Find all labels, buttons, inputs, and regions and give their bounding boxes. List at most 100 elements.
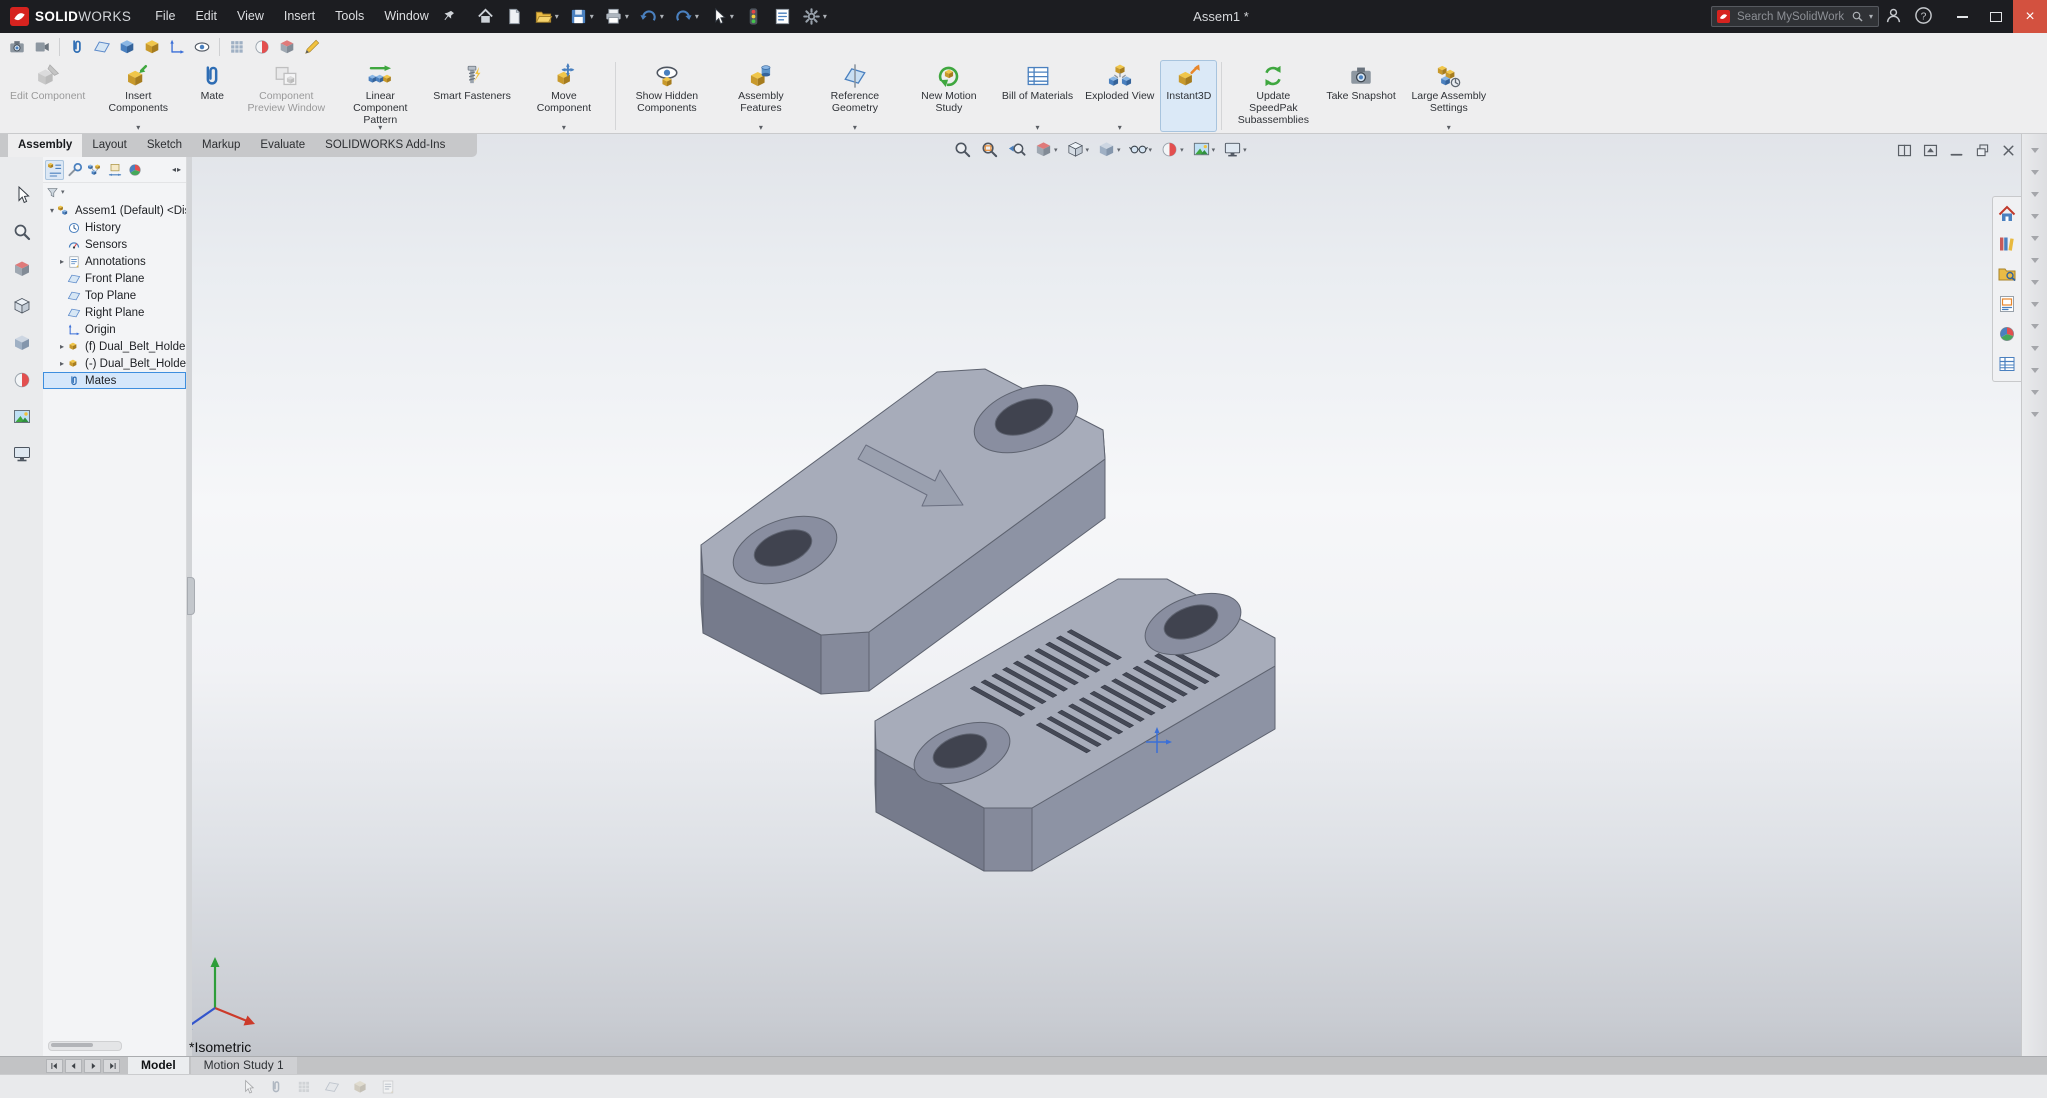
previous-view-button[interactable] — [1005, 139, 1028, 160]
collapse-arrow-icon[interactable] — [2030, 368, 2039, 373]
filter-dropdown-icon[interactable]: ▾ — [61, 188, 65, 196]
search-scope-dropdown-icon[interactable]: ▾ — [1869, 12, 1873, 21]
dropdown-arrow-icon[interactable]: ▾ — [759, 123, 763, 132]
section-view-button[interactable]: ▾ — [1032, 139, 1060, 160]
collapse-arrow-icon[interactable] — [2030, 390, 2039, 395]
select-button[interactable]: ▾ — [705, 4, 738, 30]
menu-edit[interactable]: Edit — [185, 0, 227, 33]
toolbar-icon-section-view[interactable] — [276, 36, 298, 58]
zoom-to-fit-button[interactable] — [951, 139, 974, 160]
search-input[interactable] — [1735, 9, 1846, 24]
ribbon-assembly-features-button[interactable]: Assembly Features ▾ — [714, 60, 808, 132]
model-nav-next-button[interactable] — [84, 1058, 101, 1073]
close-document-button[interactable] — [1998, 141, 2019, 159]
ribbon-exploded-view-button[interactable]: Exploded View ▾ — [1079, 60, 1160, 132]
menu-file[interactable]: File — [145, 0, 185, 33]
scrollbar-thumb[interactable] — [51, 1043, 93, 1047]
dropdown-arrow-icon[interactable]: ▾ — [1447, 123, 1451, 132]
rebuild-button[interactable] — [740, 4, 767, 30]
undo-button[interactable]: ▾ — [635, 4, 668, 30]
fm-dimxpert-tab[interactable] — [105, 160, 124, 180]
panel-splitter[interactable] — [187, 157, 195, 1056]
tree-item-top-plane[interactable]: Top Plane — [43, 287, 186, 304]
ribbon-mate-button[interactable]: Mate — [185, 60, 239, 132]
collapse-arrow-icon[interactable] — [2030, 192, 2039, 197]
panel-tab-scroll-arrows[interactable]: ◂▸ — [172, 165, 184, 174]
ribbon-linear-component-pattern-button[interactable]: Linear Component Pattern ▾ — [333, 60, 427, 132]
collapse-arrow-icon[interactable] — [2030, 214, 2039, 219]
toolbar-icon-camera[interactable] — [6, 36, 28, 58]
tree-item-history[interactable]: History — [43, 219, 186, 236]
section-view-tool-button[interactable] — [10, 257, 34, 281]
tree-item-f-dual-belt-holder-base[interactable]: ▸ (f) Dual_Belt_Holder_Base — [43, 338, 186, 355]
tab-model[interactable]: Model — [128, 1057, 189, 1074]
apply-scene-button[interactable]: ▾ — [1190, 139, 1218, 160]
collapse-arrow-icon[interactable] — [2030, 236, 2039, 241]
dropdown-arrow-icon[interactable]: ▾ — [555, 12, 559, 21]
collapse-arrow-icon[interactable] — [2030, 346, 2039, 351]
close-button[interactable]: × — [2013, 0, 2047, 33]
ribbon-large-assembly-settings-button[interactable]: Large Assembly Settings ▾ — [1402, 60, 1496, 132]
options-button[interactable]: ▾ — [798, 4, 831, 30]
ribbon-update-speedpak-subassemblies-button[interactable]: Update SpeedPak Subassemblies — [1226, 60, 1320, 132]
ribbon-smart-fasteners-button[interactable]: Smart Fasteners — [427, 60, 517, 132]
collapse-arrow-icon[interactable] — [2030, 148, 2039, 153]
splitter-grip[interactable] — [187, 577, 195, 615]
menu-tools[interactable]: Tools — [325, 0, 374, 33]
toolbar-icon-pencil[interactable] — [301, 36, 323, 58]
tab-layout[interactable]: Layout — [82, 134, 137, 157]
collapse-arrow-icon[interactable] — [2030, 412, 2039, 417]
ribbon-take-snapshot-button[interactable]: Take Snapshot — [1320, 60, 1401, 132]
view-settings-button[interactable]: ▾ — [1221, 139, 1249, 160]
toolbar-icon-origin[interactable] — [166, 36, 188, 58]
ribbon-new-motion-study-button[interactable]: New Motion Study — [902, 60, 996, 132]
collapse-arrow-icon[interactable] — [2030, 280, 2039, 285]
menu-view[interactable]: View — [227, 0, 274, 33]
design-library-tab[interactable] — [1996, 233, 2018, 255]
toolbar-icon-mate[interactable] — [66, 36, 88, 58]
display-style-tool-button[interactable] — [10, 331, 34, 355]
ribbon-insert-components-button[interactable]: Insert Components ▾ — [91, 60, 185, 132]
tree-item-annotations[interactable]: ▸ Annotations — [43, 253, 186, 270]
dropdown-arrow-icon[interactable]: ▾ — [1212, 146, 1216, 154]
model-nav-last-button[interactable] — [103, 1058, 120, 1073]
toolbar-icon-plane[interactable] — [91, 36, 113, 58]
ribbon-reference-geometry-button[interactable]: Reference Geometry ▾ — [808, 60, 902, 132]
graphics-area[interactable] — [192, 134, 2021, 1056]
help-icon[interactable]: ? — [1914, 6, 1933, 25]
collapse-arrow-icon[interactable] — [2030, 302, 2039, 307]
dropdown-arrow-icon[interactable]: ▾ — [823, 12, 827, 21]
dropdown-arrow-icon[interactable]: ▾ — [136, 123, 140, 132]
view-orientation-tool-button[interactable] — [10, 294, 34, 318]
fm-tree-tab[interactable] — [45, 159, 64, 180]
fm-display-tab[interactable] — [125, 160, 144, 180]
appearances-scenes-decals-tab[interactable] — [1996, 323, 2018, 345]
ribbon-show-hidden-components-button[interactable]: Show Hidden Components — [620, 60, 714, 132]
dropdown-arrow-icon[interactable]: ▾ — [1035, 123, 1039, 132]
toolbar-icon-appearance[interactable] — [251, 36, 273, 58]
edit-appearance-button[interactable]: ▾ — [1158, 139, 1186, 160]
dropdown-arrow-icon[interactable]: ▾ — [625, 12, 629, 21]
expander-icon[interactable]: ▾ — [47, 206, 57, 215]
tab-solidworks-add-ins[interactable]: SOLIDWORKS Add-Ins — [315, 134, 455, 157]
fullscreen-button[interactable] — [1920, 141, 1941, 159]
split-view-button[interactable] — [1894, 141, 1915, 159]
toolbar-icon-grid[interactable] — [226, 36, 248, 58]
filter-icon[interactable] — [46, 186, 59, 199]
tree-item-mates[interactable]: Mates — [43, 372, 186, 389]
minimize-document-button[interactable] — [1946, 141, 1967, 159]
collapse-arrow-icon[interactable] — [2030, 258, 2039, 263]
view-orientation-button[interactable]: ▾ — [1064, 139, 1092, 160]
tree-item-sensors[interactable]: Sensors — [43, 236, 186, 253]
tab-motion-study-1[interactable]: Motion Study 1 — [190, 1057, 297, 1074]
new-document-button[interactable] — [501, 4, 528, 30]
dropdown-arrow-icon[interactable]: ▾ — [1149, 146, 1153, 154]
dropdown-arrow-icon[interactable]: ▾ — [695, 12, 699, 21]
toolbar-icon-eye[interactable] — [191, 36, 213, 58]
toolbar-icon-film[interactable] — [31, 36, 53, 58]
maximize-button[interactable] — [1979, 0, 2013, 33]
zoom-to-area-button[interactable] — [978, 139, 1001, 160]
menu-insert[interactable]: Insert — [274, 0, 325, 33]
toolbar-icon-cube-b[interactable] — [116, 36, 138, 58]
file-properties-button[interactable] — [769, 4, 796, 30]
